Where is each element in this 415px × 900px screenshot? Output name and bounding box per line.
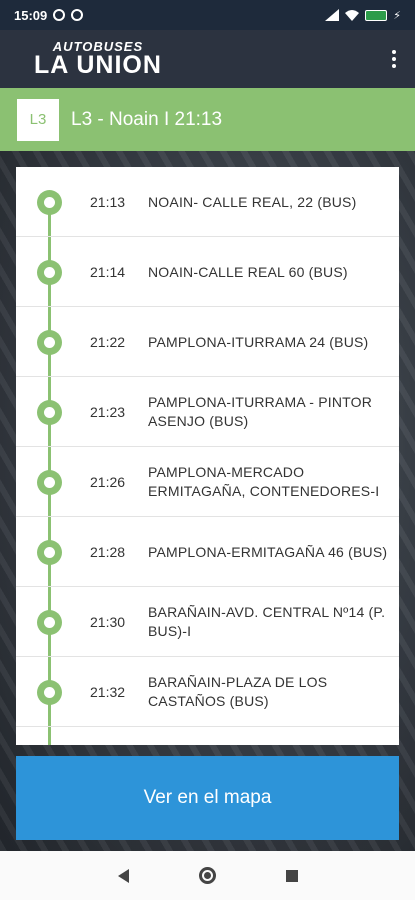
- status-time: 15:09: [14, 7, 48, 23]
- stop-name: PAMPLONA-ITURRAMA 24 (BUS): [148, 333, 369, 350]
- app-bar: AUTOBUSES LA UNION: [0, 30, 415, 88]
- stop-time: 21:23: [90, 404, 126, 420]
- stop-row[interactable]: 21:32 BARAÑAIN-PLAZA DE LOS CASTAÑOS (BU…: [16, 657, 399, 727]
- home-circle-icon[interactable]: [198, 867, 216, 884]
- line-badge: L3: [17, 98, 59, 141]
- stop-row[interactable]: 21:22 PAMPLONA-ITURRAMA 24 (BUS): [16, 307, 399, 377]
- stop-dot-icon: [37, 260, 62, 285]
- more-vert-icon[interactable]: [389, 48, 399, 70]
- wifi-icon: [345, 10, 360, 21]
- stop-name: PAMPLONA-ITURRAMA - PINTOR ASENJO (BUS): [148, 394, 373, 429]
- stops-list[interactable]: 21:13 NOAIN- CALLE REAL, 22 (BUS) 21:14 …: [16, 167, 399, 745]
- stop-row[interactable]: 21:13 NOAIN- CALLE REAL, 22 (BUS): [16, 167, 399, 237]
- status-bar: 15:09 ⚡: [0, 0, 415, 30]
- line-header: L3 L3 - Noain I 21:13: [0, 88, 415, 151]
- stop-name: NOAIN- CALLE REAL, 22 (BUS): [148, 193, 357, 210]
- stop-dot-icon: [37, 610, 62, 635]
- stop-time: 21:14: [90, 264, 126, 280]
- stop-dot-icon: [37, 540, 62, 565]
- charging-icon: ⚡: [393, 9, 401, 22]
- notification-icon: [53, 9, 66, 21]
- notification-icon-2: [71, 9, 84, 21]
- app-logo: AUTOBUSES LA UNION: [34, 40, 162, 78]
- stop-dot-icon: [37, 330, 62, 355]
- recents-square-icon[interactable]: [285, 869, 298, 882]
- stop-time: 21:13: [90, 194, 126, 210]
- stop-row[interactable]: 21:23 PAMPLONA-ITURRAMA - PINTOR ASENJO …: [16, 377, 399, 447]
- stop-dot-icon: [37, 400, 62, 425]
- stop-time: 21:26: [90, 474, 126, 490]
- logo-bottom-text: LA UNION: [34, 51, 162, 79]
- line-title: L3 - Noain I 21:13: [71, 108, 223, 130]
- stop-time: 21:30: [90, 614, 126, 630]
- stop-name: BARAÑAIN-PLAZA DE LOS CASTAÑOS (BUS): [148, 674, 328, 709]
- stop-name: NOAIN-CALLE REAL 60 (BUS): [148, 263, 348, 280]
- stop-name: BARAÑAIN-AVD. CENTRAL Nº14 (P. BUS)-I: [148, 604, 386, 639]
- back-triangle-icon[interactable]: [117, 868, 129, 883]
- stop-time: 21:32: [90, 684, 126, 700]
- signal-icon: [325, 9, 340, 21]
- stop-time: 21:28: [90, 544, 126, 560]
- stop-dot-icon: [37, 680, 62, 705]
- stop-row[interactable]: 21:30 BARAÑAIN-AVD. CENTRAL Nº14 (P. BUS…: [16, 587, 399, 657]
- stop-time: 21:22: [90, 334, 126, 350]
- stop-row[interactable]: 21:26 PAMPLONA-MERCADO ERMITAGAÑA, CONTE…: [16, 447, 399, 517]
- stop-dot-icon: [37, 190, 62, 215]
- stop-dot-icon: [37, 470, 62, 495]
- stop-row[interactable]: 21:14 NOAIN-CALLE REAL 60 (BUS): [16, 237, 399, 307]
- view-map-button[interactable]: Ver en el mapa: [16, 756, 399, 840]
- stop-name: PAMPLONA-MERCADO ERMITAGAÑA, CONTENEDORE…: [148, 464, 380, 499]
- stop-name: PAMPLONA-ERMITAGAÑA 46 (BUS): [148, 543, 388, 560]
- system-nav-bar: [0, 851, 415, 900]
- stop-row[interactable]: 21:28 PAMPLONA-ERMITAGAÑA 46 (BUS): [16, 517, 399, 587]
- battery-icon: [365, 9, 388, 21]
